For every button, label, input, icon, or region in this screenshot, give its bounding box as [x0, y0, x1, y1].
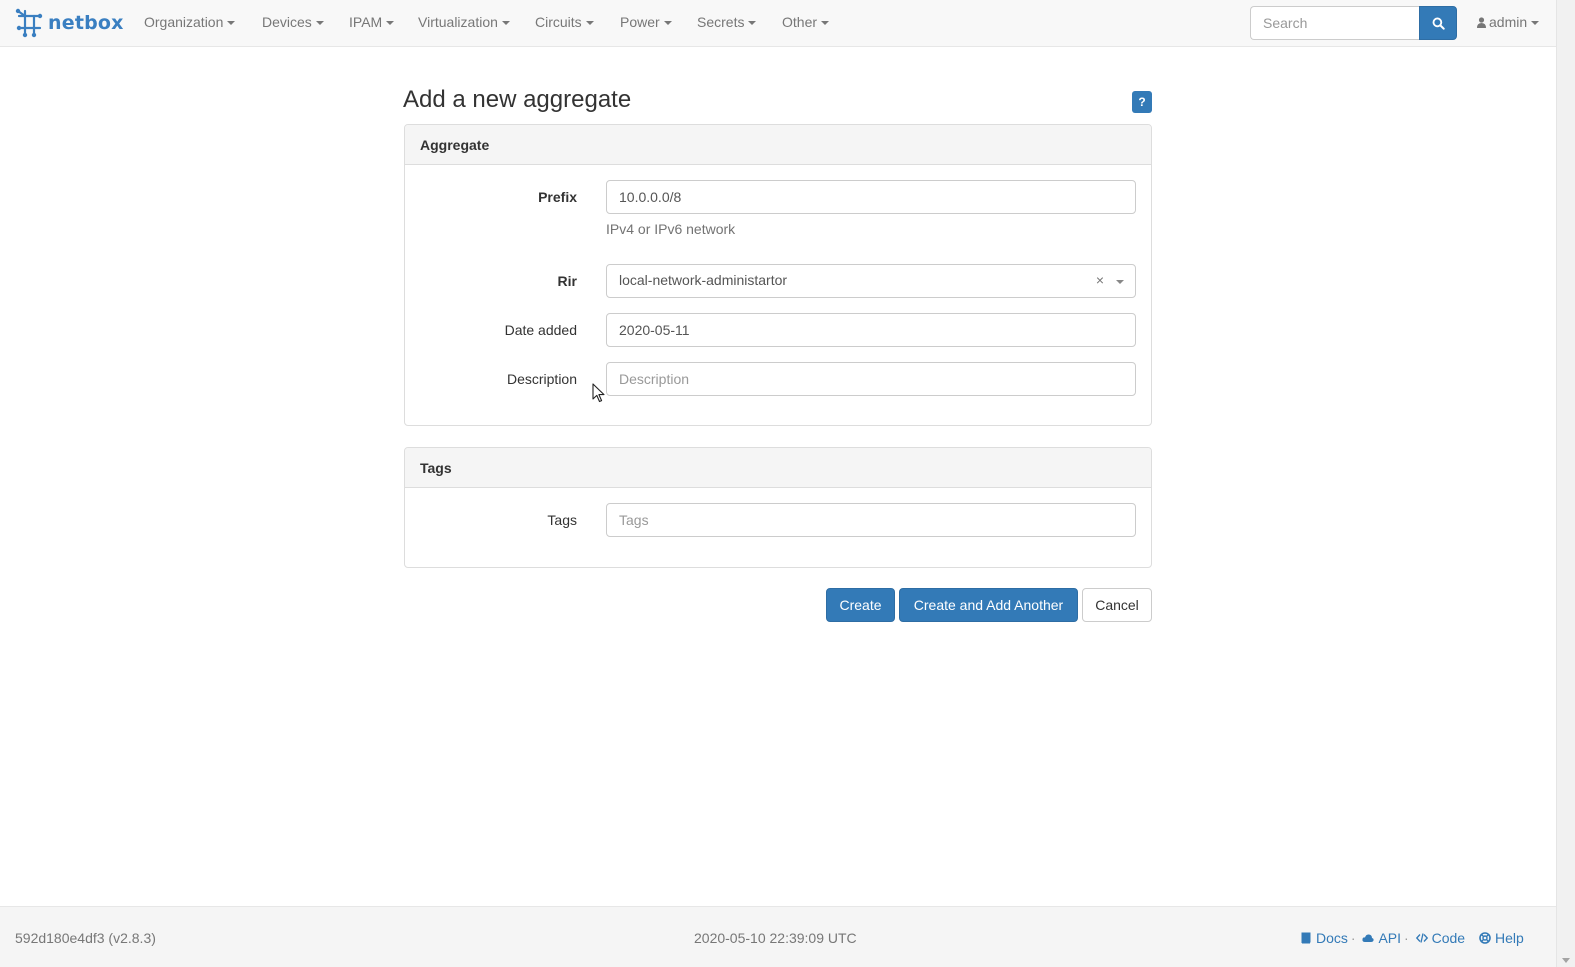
netbox-logo-icon — [15, 8, 43, 38]
tags-panel-heading: Tags — [405, 448, 1151, 488]
caret-down-icon — [663, 21, 672, 26]
cloud-icon — [1362, 934, 1375, 942]
code-link[interactable]: Code — [1415, 930, 1465, 946]
global-search-input[interactable] — [1250, 6, 1419, 40]
help-link[interactable]: Help — [1479, 930, 1524, 946]
search-icon — [1432, 17, 1445, 30]
caret-down-icon — [227, 21, 236, 26]
caret-down-icon — [748, 21, 757, 26]
nav-organization[interactable]: Organization — [144, 14, 236, 30]
tags-label: Tags — [547, 512, 577, 528]
prefix-help-text: IPv4 or IPv6 network — [606, 221, 736, 237]
user-name: admin — [1489, 14, 1528, 30]
page-scrollbar[interactable] — [1556, 0, 1575, 967]
description-label: Description — [506, 371, 577, 387]
create-button[interactable]: Create — [826, 588, 895, 622]
nav-devices[interactable]: Devices — [262, 14, 324, 30]
scroll-down-arrow-icon[interactable] — [1562, 958, 1570, 963]
page-footer: 592d180e4df3 (v2.8.3) 2020-05-10 22:39:0… — [0, 906, 1556, 967]
caret-down-icon — [585, 21, 594, 26]
caret-down-icon — [1531, 21, 1540, 26]
rir-label: Rir — [557, 273, 577, 289]
life-ring-icon — [1479, 932, 1491, 944]
page-title: Add a new aggregate — [403, 86, 632, 113]
brand-logo[interactable]: netbox — [14, 8, 124, 38]
code-icon — [1415, 933, 1428, 943]
dropdown-arrow-icon[interactable] — [1116, 280, 1124, 284]
caret-down-icon — [501, 21, 510, 26]
server-timestamp: 2020-05-10 22:39:09 UTC — [694, 930, 857, 946]
search-button[interactable] — [1419, 6, 1457, 40]
description-input[interactable] — [606, 362, 1136, 396]
help-button[interactable]: ? — [1132, 91, 1152, 113]
rir-select[interactable]: local-network-administartor × — [606, 264, 1136, 298]
tags-input[interactable] — [606, 503, 1136, 537]
date-added-input[interactable] — [606, 313, 1136, 347]
caret-down-icon — [386, 21, 395, 26]
book-icon — [1301, 932, 1311, 944]
nav-power[interactable]: Power — [620, 14, 672, 30]
prefix-label: Prefix — [538, 189, 577, 205]
rir-selected-value: local-network-administartor — [619, 272, 788, 288]
nav-virtualization[interactable]: Virtualization — [418, 14, 510, 30]
cancel-button[interactable]: Cancel — [1082, 588, 1152, 622]
mouse-cursor-icon — [592, 383, 605, 403]
nav-other[interactable]: Other — [782, 14, 830, 30]
caret-down-icon — [821, 21, 830, 26]
nav-secrets[interactable]: Secrets — [697, 14, 757, 30]
nav-circuits[interactable]: Circuits — [535, 14, 594, 30]
create-and-add-another-button[interactable]: Create and Add Another — [899, 588, 1078, 622]
nav-ipam[interactable]: IPAM — [349, 14, 395, 30]
api-link[interactable]: API — [1362, 930, 1401, 946]
tags-panel: Tags Tags — [404, 447, 1152, 568]
date-added-label: Date added — [504, 322, 577, 338]
top-navbar: netbox Organization Devices IPAM Virtual… — [0, 0, 1556, 47]
footer-links: Docs · API · Code Help — [1300, 930, 1524, 946]
clear-selection-icon[interactable]: × — [1096, 272, 1104, 288]
docs-link[interactable]: Docs — [1300, 930, 1348, 946]
version-info: 592d180e4df3 (v2.8.3) — [15, 930, 156, 946]
aggregate-panel: Aggregate Prefix IPv4 or IPv6 network Ri… — [404, 124, 1152, 426]
caret-down-icon — [315, 21, 324, 26]
prefix-input[interactable] — [606, 180, 1136, 214]
user-icon — [1477, 17, 1486, 28]
aggregate-panel-heading: Aggregate — [405, 125, 1151, 165]
brand-name: netbox — [48, 12, 124, 34]
user-menu[interactable]: admin — [1477, 14, 1540, 30]
